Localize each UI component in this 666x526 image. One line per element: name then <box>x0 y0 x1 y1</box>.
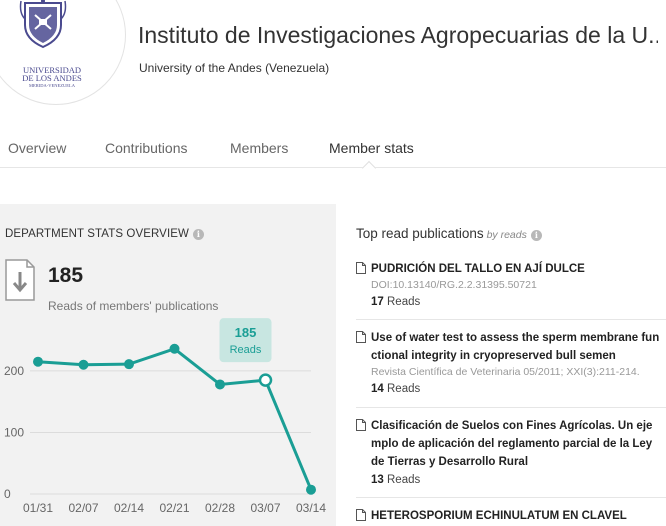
chart-tooltip: 185 Reads <box>219 318 272 363</box>
publication-reads-word: Reads <box>387 383 421 395</box>
info-icon[interactable]: i <box>530 230 542 241</box>
divider <box>356 319 666 320</box>
publication-reads: 13 Reads <box>371 471 662 489</box>
x-tick-label: 02/21 <box>159 501 189 515</box>
document-icon <box>356 419 366 431</box>
divider <box>356 497 666 498</box>
data-point[interactable] <box>215 379 225 390</box>
document-icon <box>356 331 366 343</box>
publication-title[interactable]: PUDRICIÓN DEL TALLO EN AJÍ DULCE <box>371 260 662 278</box>
divider <box>356 407 666 408</box>
department-stats-panel: DEPARTMENT STATS OVERVIEW i 185 Reads of … <box>0 204 336 526</box>
x-tick-label: 02/14 <box>114 501 144 515</box>
tab-bar: Overview Contributions Members Member st… <box>0 128 666 168</box>
tooltip-label: Reads <box>230 344 262 356</box>
by-reads-label: by reads <box>486 229 527 241</box>
publication-item[interactable]: Clasificación de Suelos con Fines Agríco… <box>356 417 662 489</box>
document-icon <box>356 262 366 274</box>
publication-title[interactable]: Use of water test to assess the sperm me… <box>371 329 662 365</box>
data-point[interactable] <box>78 359 89 370</box>
publication-reads-count: 14 <box>371 383 384 395</box>
institution-logo[interactable]: UNIVERSIDAD DE LOS ANDES MERIDA-VENEZUEL… <box>0 0 126 105</box>
data-point[interactable] <box>169 343 180 354</box>
publication-meta: DOI:10.13140/RG.2.2.31395.50721 <box>371 279 537 291</box>
data-point[interactable] <box>33 356 43 367</box>
publication-item[interactable]: Use of water test to assess the sperm me… <box>356 329 662 398</box>
x-tick-label: 03/14 <box>296 501 326 515</box>
publication-reads: 17 Reads <box>371 293 662 311</box>
publication-title[interactable]: HETEROSPORIUM ECHINULATUM EN CLAVEL <box>371 507 662 525</box>
publication-title[interactable]: Clasificación de Suelos con Fines Agríco… <box>371 417 662 471</box>
institution-title: Instituto de Investigaciones Agropecuari… <box>138 22 658 48</box>
data-point[interactable] <box>258 373 273 387</box>
top-publications-heading: Top read publications by reads i <box>356 226 542 241</box>
tab-member-stats[interactable]: Member stats <box>329 140 414 156</box>
publication-reads-word: Reads <box>387 296 421 308</box>
logo-text: UNIVERSIDAD DE LOS ANDES MERIDA-VENEZUEL… <box>7 66 97 90</box>
y-tick-label: 100 <box>4 425 24 439</box>
reads-line-chart: 0 100 200 01/31 02/07 02/14 02/21 02/28 03/07 03… <box>4 318 326 515</box>
publication-reads-count: 17 <box>371 296 384 308</box>
tab-contributions[interactable]: Contributions <box>105 140 188 156</box>
publication-reads-word: Reads <box>387 474 421 486</box>
x-tick-label: 03/07 <box>250 501 280 515</box>
publication-reads-count: 13 <box>371 474 384 486</box>
series-line <box>37 347 313 491</box>
publication-item[interactable]: PUDRICIÓN DEL TALLO EN AJÍ DULCE DOI:10.… <box>356 260 662 311</box>
tab-overview[interactable]: Overview <box>8 140 66 156</box>
y-tick-label: 0 <box>4 487 11 501</box>
x-tick-label: 01/31 <box>23 501 53 515</box>
publication-reads: 14 Reads <box>371 380 662 398</box>
data-point[interactable] <box>306 484 316 495</box>
university-seal-icon <box>19 0 67 49</box>
logo-text-line: DE LOS ANDES <box>22 73 82 83</box>
data-point[interactable] <box>124 359 134 370</box>
publication-item[interactable]: HETEROSPORIUM ECHINULATUM EN CLAVEL <box>356 507 662 525</box>
tooltip-value: 185 <box>235 325 257 340</box>
top-publications-heading-text: Top read publications <box>356 226 484 241</box>
publication-meta: Revista Científica de Veterinaria 05/201… <box>371 366 640 378</box>
x-tick-label: 02/28 <box>205 501 235 515</box>
tab-members[interactable]: Members <box>230 140 288 156</box>
institution-subtitle[interactable]: University of the Andes (Venezuela) <box>139 61 329 75</box>
document-icon <box>356 509 366 521</box>
y-tick-label: 200 <box>4 364 24 378</box>
x-tick-label: 02/07 <box>68 501 98 515</box>
logo-text-line: MERIDA-VENEZUELA <box>29 83 75 88</box>
